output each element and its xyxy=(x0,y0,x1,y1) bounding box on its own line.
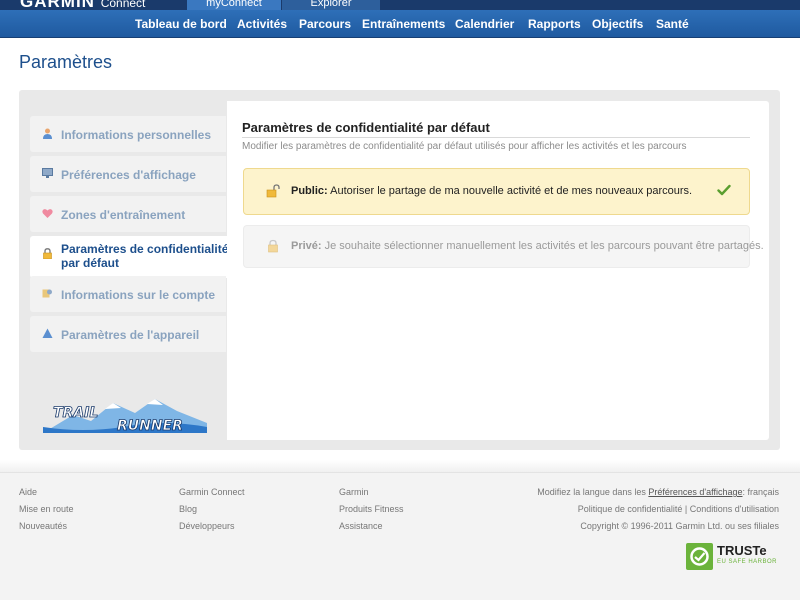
unlocked-icon xyxy=(266,184,280,198)
truste-badge[interactable]: TRUSTe EU SAFE HARBOR xyxy=(686,543,780,570)
truste-name: TRUSTe xyxy=(717,543,767,558)
sidebar-item-label: Paramètres de confidentialité par défaut xyxy=(61,242,229,270)
account-icon xyxy=(42,289,52,298)
content-subtitle: Modifier les paramètres de confidentiali… xyxy=(242,141,687,152)
footer-link-developers[interactable]: Développeurs xyxy=(179,521,235,531)
footer-link-fitness-products[interactable]: Produits Fitness xyxy=(339,504,404,514)
footer-shadow xyxy=(0,460,800,472)
svg-text:RUNNER: RUNNER xyxy=(117,418,183,434)
sidebar-item-label: Informations sur le compte xyxy=(61,288,216,302)
footer-link-terms[interactable]: Conditions d'utilisation xyxy=(690,504,779,514)
sidebar-item-account-info[interactable]: Informations sur le compte xyxy=(30,276,226,312)
sidebar-item-training-zones[interactable]: Zones d'entraînement xyxy=(30,196,226,232)
page-title: Paramètres xyxy=(19,52,113,72)
nav-goals[interactable]: Objectifs xyxy=(592,10,643,38)
footer-link-privacy[interactable]: Politique de confidentialité xyxy=(578,504,683,514)
sidebar-item-personal-info[interactable]: Informations personnelles xyxy=(30,116,226,152)
footer-link-garmin[interactable]: Garmin xyxy=(339,487,369,497)
checkmark-icon xyxy=(717,184,731,196)
privacy-content: Paramètres de confidentialité par défaut… xyxy=(227,101,769,440)
nav-activities[interactable]: Activités xyxy=(237,10,287,38)
truste-subtitle: EU SAFE HARBOR xyxy=(717,559,778,565)
settings-panel: Informations personnelles Préférences d'… xyxy=(19,90,780,450)
truste-seal xyxy=(686,543,713,570)
nav-health[interactable]: Santé xyxy=(656,10,689,38)
nav-calendar[interactable]: Calendrier xyxy=(455,10,514,38)
footer-link-whats-new[interactable]: Nouveautés xyxy=(19,521,67,531)
footer-legal-links: Politique de confidentialité | Condition… xyxy=(577,504,779,514)
lock-icon xyxy=(43,248,52,259)
footer-link-blog[interactable]: Blog xyxy=(179,504,197,514)
sidebar-item-privacy-defaults[interactable]: Paramètres de confidentialité par défaut xyxy=(30,236,228,278)
lock-icon xyxy=(268,239,278,253)
nav-reports[interactable]: Rapports xyxy=(528,10,581,38)
device-icon xyxy=(42,328,53,338)
heart-icon xyxy=(42,209,53,218)
svg-text:TRAIL: TRAIL xyxy=(53,405,98,421)
privacy-option-public[interactable]: Public: Autoriser le partage de ma nouve… xyxy=(243,168,750,215)
main-nav: Tableau de bord Activités Parcours Entra… xyxy=(0,10,800,38)
nav-dashboard[interactable]: Tableau de bord xyxy=(135,10,227,38)
sidebar-item-label: Zones d'entraînement xyxy=(61,208,186,222)
sidebar-item-label: Préférences d'affichage xyxy=(61,168,196,182)
footer-link-help[interactable]: Aide xyxy=(19,487,37,497)
truste-seal-icon xyxy=(690,547,709,566)
footer-language: Modifiez la langue dans les Préférences … xyxy=(537,487,779,497)
sidebar-item-label: Paramètres de l'appareil xyxy=(61,328,200,342)
privacy-option-private[interactable]: Privé: Je souhaite sélectionner manuelle… xyxy=(243,225,764,268)
trail-runner-logo[interactable]: TRAIL RUNNER xyxy=(43,397,207,435)
nav-workouts[interactable]: Entraînements xyxy=(362,10,445,38)
user-icon xyxy=(43,128,52,139)
monitor-icon xyxy=(42,168,53,178)
sidebar-item-display-preferences[interactable]: Préférences d'affichage xyxy=(30,156,226,192)
footer-link-support[interactable]: Assistance xyxy=(339,521,383,531)
content-title: Paramètres de confidentialité par défaut xyxy=(242,120,750,138)
sidebar-item-label: Informations personnelles xyxy=(61,128,212,142)
option-text: Public: Autoriser le partage de ma nouve… xyxy=(291,185,693,197)
option-text: Privé: Je souhaite sélectionner manuelle… xyxy=(291,240,764,252)
footer-copyright: Copyright © 1996-2011 Garmin Ltd. ou ses… xyxy=(580,521,779,531)
footer-link-display-preferences[interactable]: Préférences d'affichage xyxy=(648,487,742,497)
sidebar-item-device-settings[interactable]: Paramètres de l'appareil xyxy=(30,316,226,352)
footer-link-getting-started[interactable]: Mise en route xyxy=(19,504,74,514)
nav-courses[interactable]: Parcours xyxy=(299,10,351,38)
footer-link-garmin-connect[interactable]: Garmin Connect xyxy=(179,487,245,497)
